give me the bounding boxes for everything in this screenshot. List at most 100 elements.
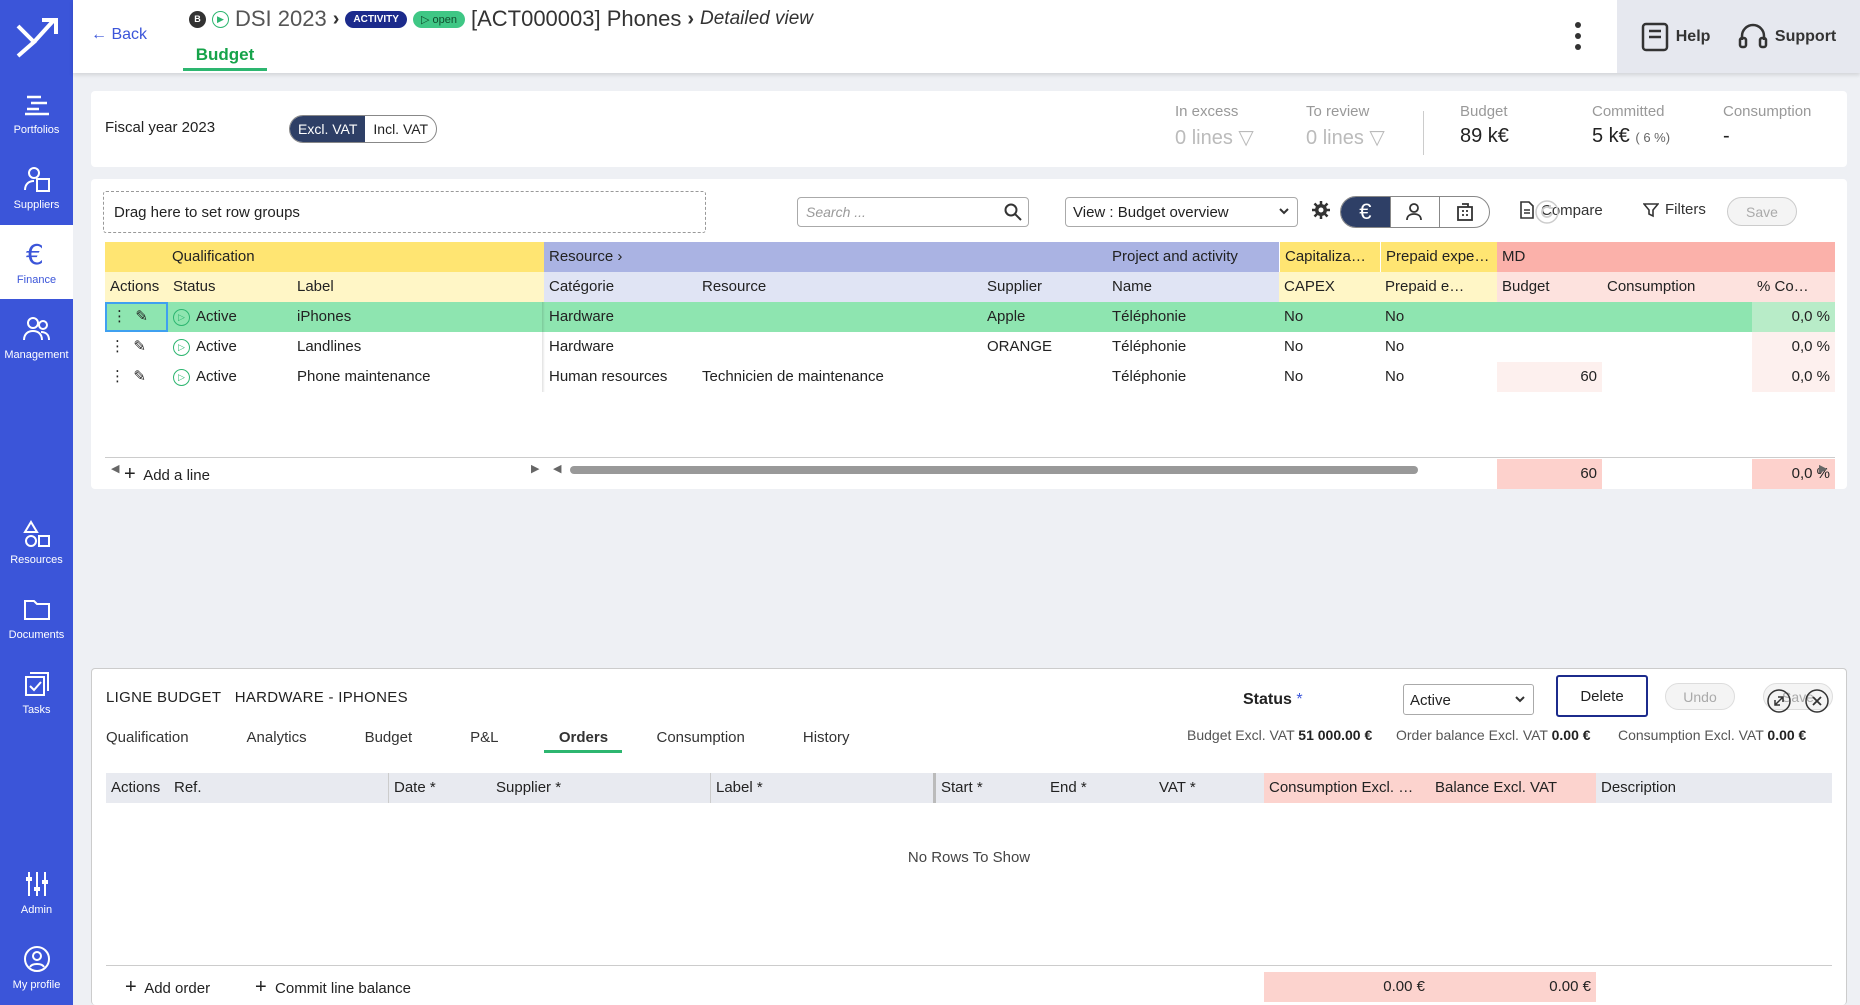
col-end[interactable]: End * bbox=[1045, 773, 1154, 803]
incl-vat-option[interactable]: Incl. VAT bbox=[365, 116, 436, 142]
tab-analytics[interactable]: Analytics bbox=[247, 725, 307, 753]
drag-handle-icon[interactable]: ⋮ bbox=[110, 368, 125, 385]
nav-portfolios[interactable]: Portfolios bbox=[0, 75, 73, 149]
col-label[interactable]: Label bbox=[292, 272, 544, 302]
tab-budget-detail[interactable]: Budget bbox=[365, 725, 413, 753]
nav-suppliers[interactable]: Suppliers bbox=[0, 150, 73, 224]
metric-value: 0.00 € bbox=[1551, 727, 1591, 743]
euro-unit-option[interactable]: € bbox=[1341, 197, 1390, 227]
help-button[interactable]: Help bbox=[1641, 22, 1710, 52]
nav-finance[interactable]: € Finance bbox=[0, 225, 73, 299]
tab-orders[interactable]: Orders bbox=[544, 725, 623, 753]
nav-resources[interactable]: Resources bbox=[0, 505, 73, 579]
commit-line-balance-button[interactable]: + Commit line balance bbox=[250, 972, 470, 1004]
nav-documents[interactable]: Documents bbox=[0, 580, 73, 654]
save-button[interactable]: Save bbox=[1727, 197, 1797, 226]
undo-button[interactable]: Undo bbox=[1665, 683, 1735, 710]
col-balance-excl[interactable]: Balance Excl. VAT bbox=[1430, 773, 1596, 803]
group-resource[interactable]: Resource › bbox=[544, 242, 1107, 272]
edit-icon[interactable]: ✎ bbox=[135, 308, 148, 325]
filters-label: Filters bbox=[1665, 201, 1706, 218]
drag-handle-icon[interactable]: ⋮ bbox=[112, 308, 127, 325]
building-unit-option[interactable] bbox=[1439, 197, 1489, 227]
kpi-value: 0 bbox=[1306, 127, 1318, 149]
compare-button[interactable]: Compare bbox=[1519, 201, 1603, 219]
col-supplier[interactable]: Supplier * bbox=[491, 773, 710, 803]
scroll-right-icon[interactable]: ▶ bbox=[531, 462, 539, 475]
col-date[interactable]: Date * bbox=[388, 773, 491, 803]
view-select[interactable]: View : Budget overview bbox=[1065, 197, 1298, 227]
col-prepaid[interactable]: Prepaid e… bbox=[1380, 272, 1497, 302]
expand-icon[interactable] bbox=[1767, 689, 1791, 713]
refresh-icon[interactable] bbox=[1535, 200, 1559, 224]
col-consumption-excl[interactable]: Consumption Excl. … bbox=[1264, 773, 1430, 803]
col-vat[interactable]: VAT * bbox=[1154, 773, 1264, 803]
col-capex[interactable]: CAPEX bbox=[1279, 272, 1380, 302]
add-order-label: Add order bbox=[144, 980, 211, 997]
search-input[interactable]: Search ... bbox=[797, 197, 1029, 227]
col-pct-consumption[interactable]: % Co… bbox=[1752, 272, 1835, 302]
col-status[interactable]: Status bbox=[168, 272, 292, 302]
status-text: Active bbox=[196, 308, 237, 325]
nav-tasks[interactable]: Tasks bbox=[0, 655, 73, 729]
edit-icon[interactable]: ✎ bbox=[133, 368, 146, 385]
col-consumption[interactable]: Consumption bbox=[1602, 272, 1752, 302]
edit-icon[interactable]: ✎ bbox=[133, 338, 146, 355]
nav-management[interactable]: Management bbox=[0, 300, 73, 374]
col-budget[interactable]: Budget bbox=[1497, 272, 1602, 302]
col-start[interactable]: Start * bbox=[933, 773, 1045, 803]
back-button[interactable]: ← Back bbox=[91, 26, 147, 44]
col-actions[interactable]: Actions bbox=[106, 773, 169, 803]
table-row[interactable]: ⋮ ✎ ▷ Active iPhones Hardware Apple Télép… bbox=[105, 302, 1835, 332]
col-resource[interactable]: Resource bbox=[697, 272, 982, 302]
tab-history[interactable]: History bbox=[803, 725, 850, 753]
metric-label: Consumption Excl. VAT bbox=[1618, 727, 1764, 743]
table-row[interactable]: ⋮ ✎ ▷ Active Phone maintenance Human reso… bbox=[105, 362, 1835, 392]
row-group-dropzone[interactable]: Drag here to set row groups bbox=[103, 191, 706, 233]
row-actions: ⋮ ✎ bbox=[105, 332, 168, 362]
budget-type-badge: B bbox=[189, 10, 206, 28]
tab-budget[interactable]: Budget bbox=[183, 45, 267, 71]
table-row[interactable]: ⋮ ✎ ▷ Active Landlines Hardware ORANGE Té… bbox=[105, 332, 1835, 362]
scroll-right-icon[interactable]: ▶ bbox=[1819, 462, 1827, 475]
close-icon[interactable] bbox=[1805, 689, 1829, 713]
tab-qualification[interactable]: Qualification bbox=[106, 725, 189, 753]
col-label[interactable]: Label * bbox=[710, 773, 933, 803]
play-status-icon: ▷ bbox=[173, 368, 190, 386]
more-options-icon[interactable] bbox=[1573, 20, 1583, 52]
filters-button[interactable]: Filters bbox=[1643, 201, 1706, 218]
gear-icon[interactable] bbox=[1312, 201, 1330, 219]
delete-button[interactable]: Delete bbox=[1556, 675, 1648, 717]
breadcrumb-portfolio[interactable]: DSI 2023 bbox=[235, 6, 327, 32]
scroll-left-icon[interactable]: ◀ bbox=[111, 462, 119, 475]
unit-toggle: € bbox=[1340, 196, 1490, 228]
horizontal-scrollbar[interactable]: ◀ ▶ ◀ ▶ bbox=[111, 462, 1841, 476]
col-ref[interactable]: Ref. bbox=[169, 773, 388, 803]
total-consumption-excl: 0.00 € bbox=[1264, 972, 1430, 1002]
tab-pnl[interactable]: P&L bbox=[470, 725, 498, 753]
excl-vat-option[interactable]: Excl. VAT bbox=[290, 116, 366, 142]
tab-consumption[interactable]: Consumption bbox=[656, 725, 744, 753]
total-balance-excl: 0.00 € bbox=[1430, 972, 1596, 1002]
row-prepaid: No bbox=[1385, 308, 1405, 325]
col-actions[interactable]: Actions bbox=[105, 272, 168, 302]
kpi-to-review[interactable]: To review 0 lines ▽ bbox=[1306, 103, 1385, 150]
budget-grid: Qualification Resource › Project and act… bbox=[105, 242, 1835, 489]
kpi-value: 0 bbox=[1175, 127, 1187, 149]
group-project-activity: Project and activity bbox=[1107, 242, 1279, 272]
scroll-left-icon[interactable]: ◀ bbox=[553, 462, 561, 475]
col-supplier[interactable]: Supplier bbox=[982, 272, 1107, 302]
support-button[interactable]: Support bbox=[1738, 22, 1836, 52]
app-logo-icon[interactable] bbox=[12, 12, 62, 62]
status-select[interactable]: Active bbox=[1403, 684, 1534, 715]
add-order-button[interactable]: + Add order bbox=[120, 972, 250, 1004]
person-unit-option[interactable] bbox=[1389, 197, 1440, 227]
nav-my-profile[interactable]: My profile bbox=[0, 930, 73, 1004]
col-name[interactable]: Name bbox=[1107, 272, 1279, 302]
scrollbar-thumb[interactable] bbox=[570, 466, 1418, 474]
drag-handle-icon[interactable]: ⋮ bbox=[110, 338, 125, 355]
nav-admin[interactable]: Admin bbox=[0, 855, 73, 929]
col-categorie[interactable]: Catégorie bbox=[544, 272, 697, 302]
kpi-in-excess[interactable]: In excess 0 lines ▽ bbox=[1175, 103, 1254, 150]
col-description[interactable]: Description bbox=[1596, 773, 1832, 803]
